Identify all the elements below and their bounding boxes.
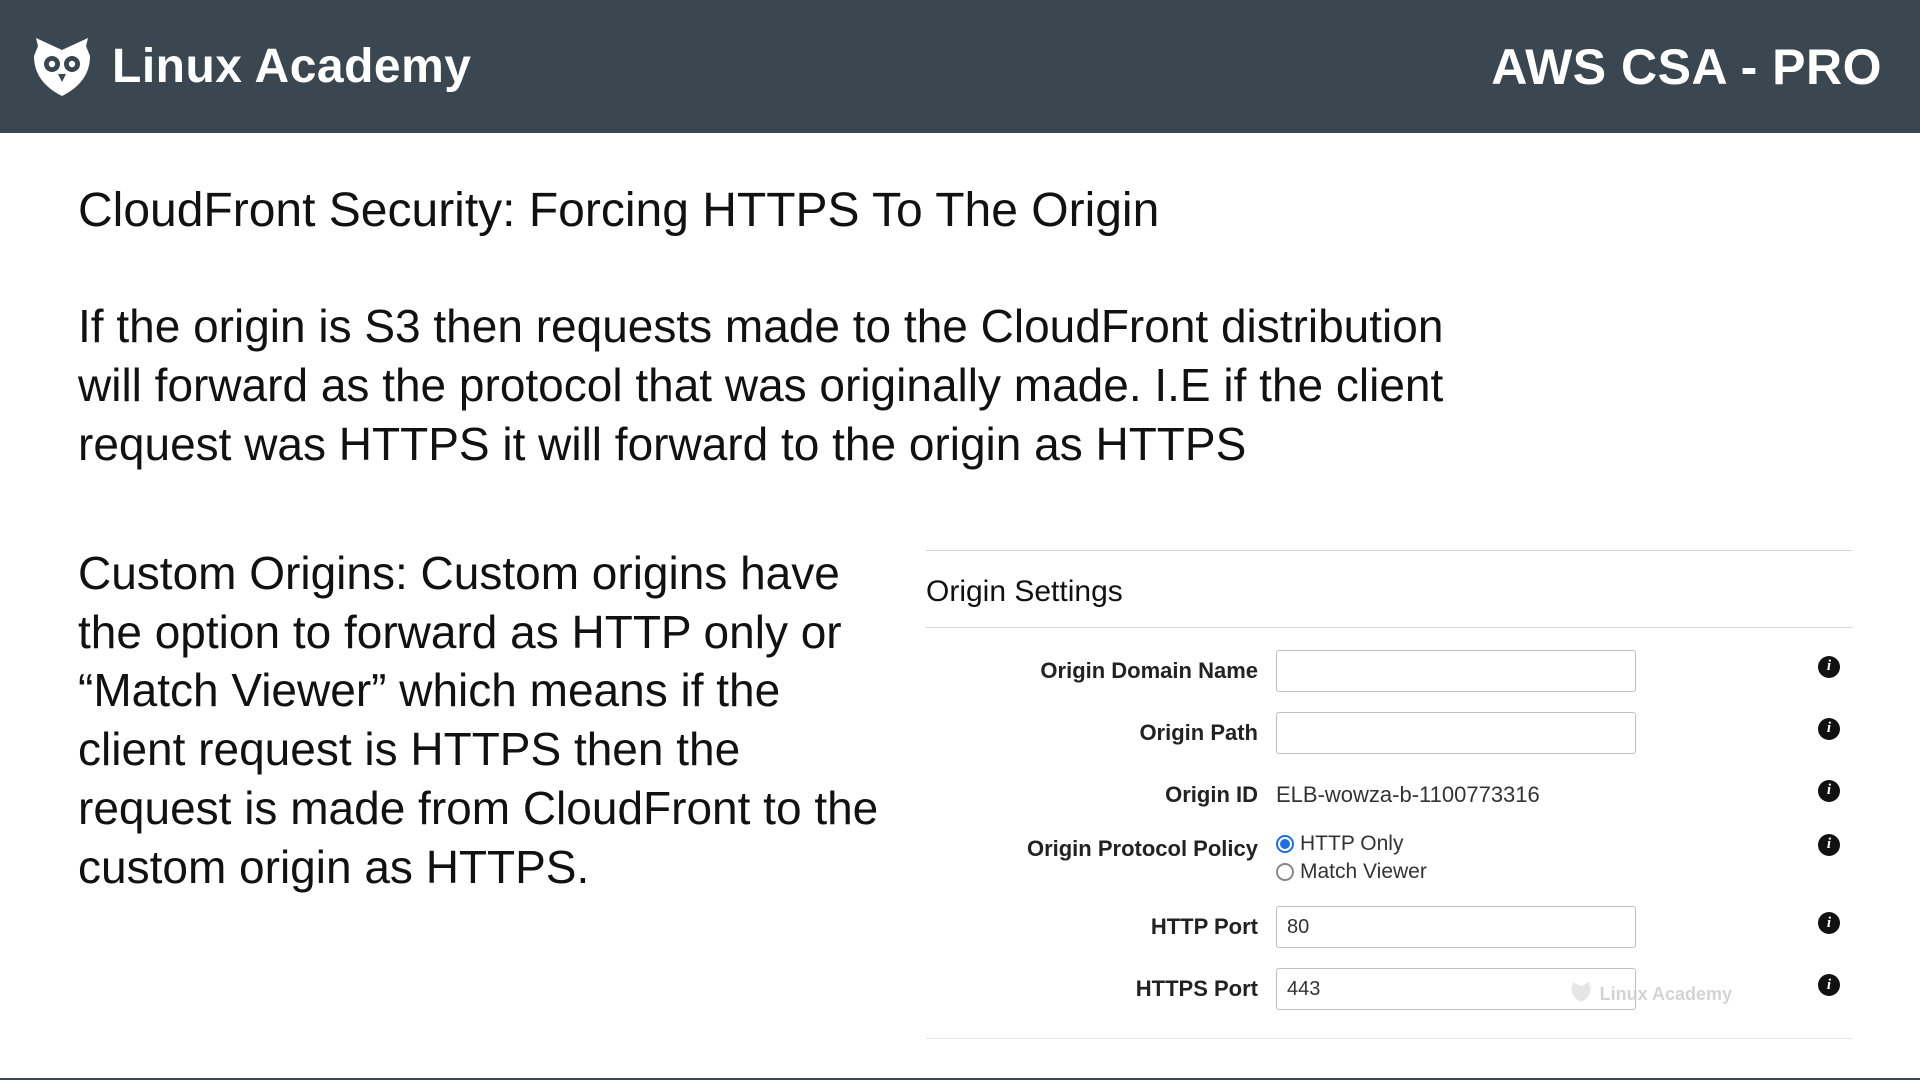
form: Origin Domain Name i Origin Path i [926,628,1852,1039]
info-icon[interactable]: i [1818,912,1840,934]
paragraph-custom-origins: Custom Origins: Custom origins have the … [78,544,898,897]
watermark: Linux Academy [1570,981,1732,1008]
info-icon[interactable]: i [1818,780,1840,802]
origin-settings-panel: Origin Settings Origin Domain Name i Ori… [926,550,1852,1040]
owl-icon [1570,981,1592,1008]
radio-match-viewer[interactable]: Match Viewer [1276,858,1636,886]
watermark-text: Linux Academy [1600,984,1732,1005]
radio-group-protocol: HTTP Only Match Viewer [1276,828,1636,887]
radio-label-http-only: HTTP Only [1300,830,1403,858]
label-origin-id: Origin ID [926,774,1276,808]
owl-icon [30,36,94,98]
radio-dot-icon [1276,863,1294,881]
info-icon[interactable]: i [1818,974,1840,996]
label-https-port: HTTPS Port [926,968,1276,1002]
label-origin-domain-name: Origin Domain Name [926,650,1276,684]
row-http-port: HTTP Port i [926,906,1852,948]
slide-header: Linux Academy AWS CSA - PRO [0,0,1920,133]
input-http-port[interactable] [1276,906,1636,948]
input-origin-path[interactable] [1276,712,1636,754]
info-icon[interactable]: i [1818,718,1840,740]
row-origin-id: Origin ID ELB-wowza-b-1100773316 i [926,774,1852,808]
lower-row: Custom Origins: Custom origins have the … [78,544,1852,1040]
radio-label-match-viewer: Match Viewer [1300,858,1427,886]
course-title: AWS CSA - PRO [1491,38,1882,96]
brand: Linux Academy [30,36,472,98]
info-icon[interactable]: i [1818,834,1840,856]
label-http-port: HTTP Port [926,906,1276,940]
brand-name: Linux Academy [112,39,472,94]
radio-dot-icon [1276,835,1294,853]
panel-title: Origin Settings [926,551,1852,628]
slide: Linux Academy AWS CSA - PRO CloudFront S… [0,0,1920,1080]
row-origin-protocol-policy: Origin Protocol Policy HTTP Only Match V… [926,828,1852,887]
slide-body: CloudFront Security: Forcing HTTPS To Th… [0,133,1920,1039]
value-origin-id: ELB-wowza-b-1100773316 [1276,774,1636,808]
label-origin-protocol-policy: Origin Protocol Policy [926,828,1276,862]
radio-http-only[interactable]: HTTP Only [1276,830,1636,858]
input-origin-domain-name[interactable] [1276,650,1636,692]
slide-title: CloudFront Security: Forcing HTTPS To Th… [78,181,1852,241]
row-origin-path: Origin Path i [926,712,1852,754]
row-origin-domain-name: Origin Domain Name i [926,650,1852,692]
paragraph-s3: If the origin is S3 then requests made t… [78,297,1518,474]
info-icon[interactable]: i [1818,656,1840,678]
label-origin-path: Origin Path [926,712,1276,746]
